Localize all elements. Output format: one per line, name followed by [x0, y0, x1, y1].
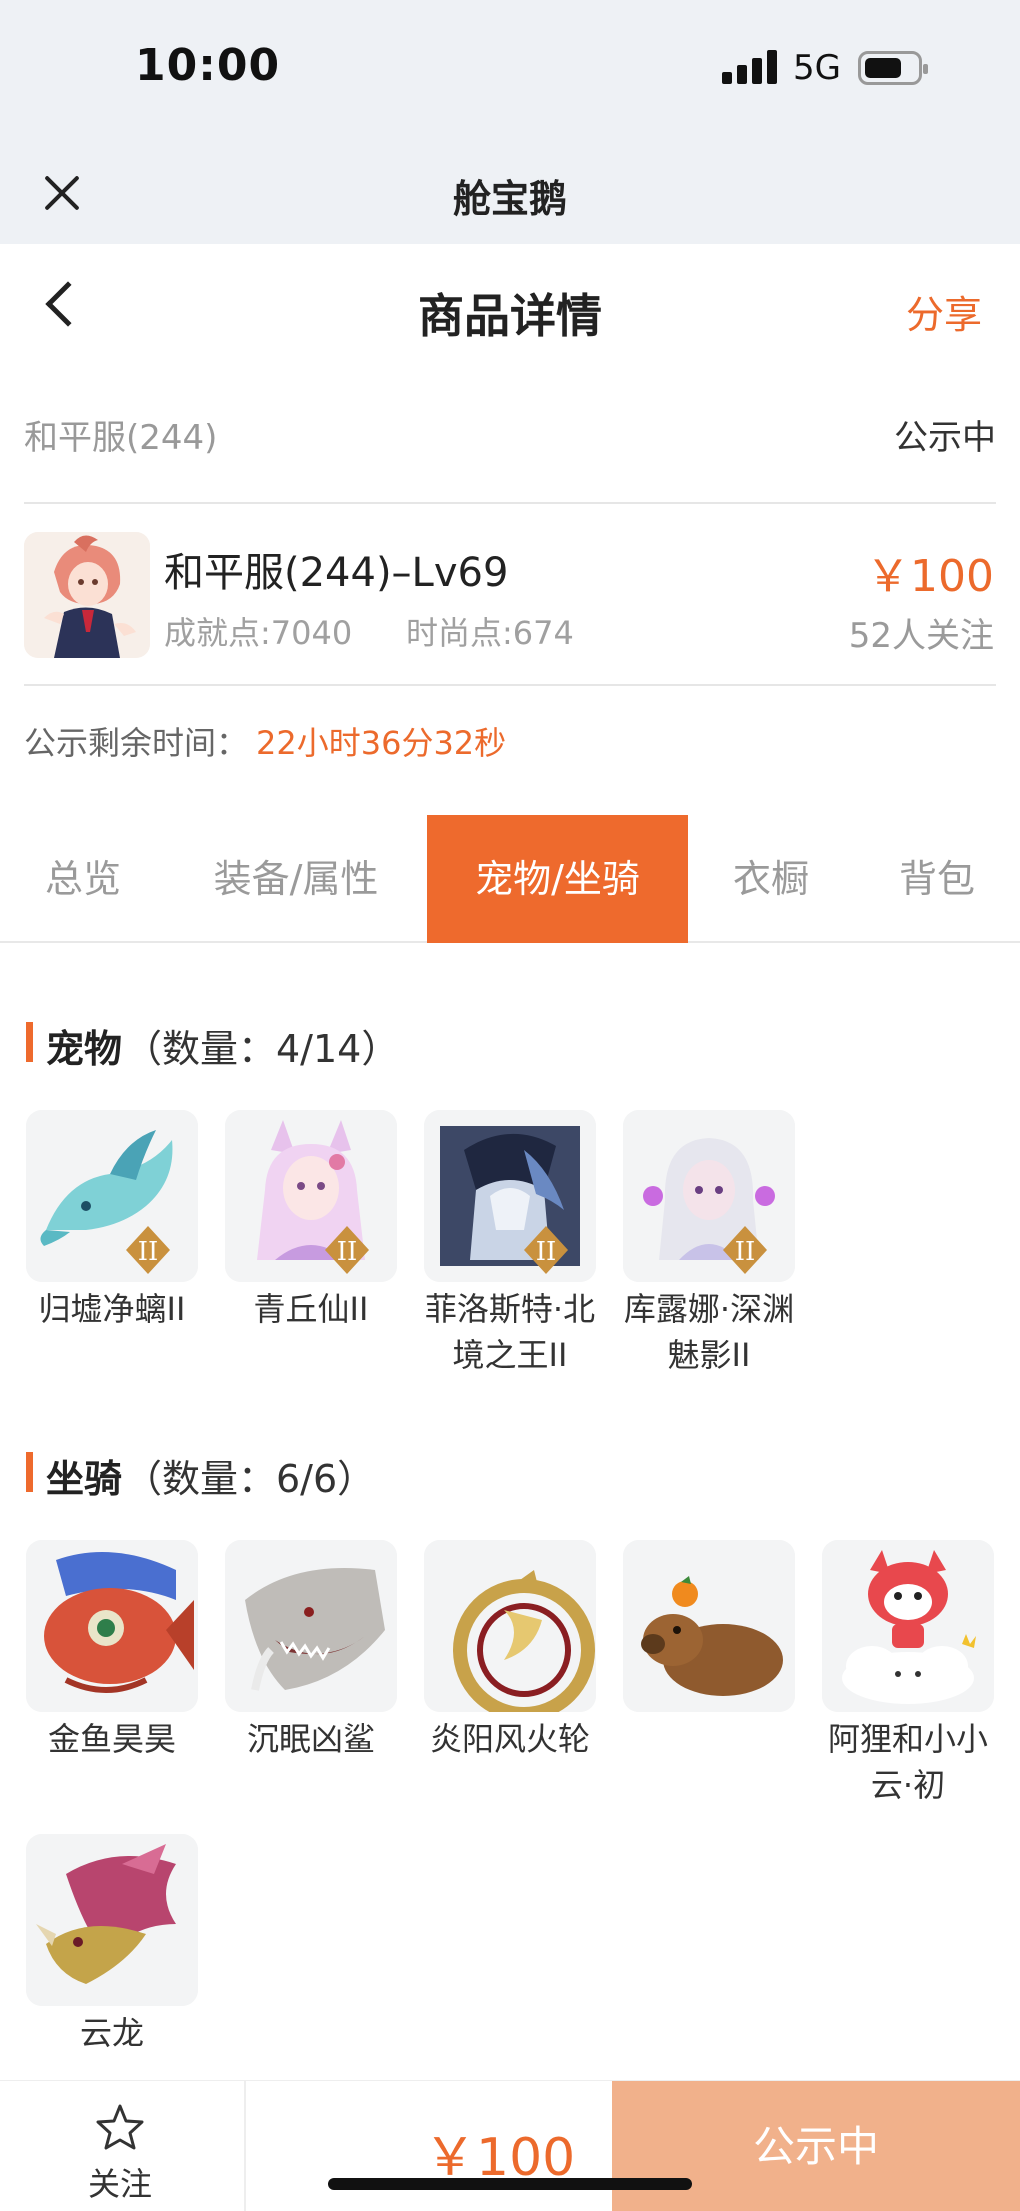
mount-name: 炎阳风火轮	[429, 1720, 590, 1758]
pet-card[interactable]: II 归墟净螭II	[26, 1110, 198, 1332]
shark-mount-icon	[225, 1540, 397, 1712]
achievement-points: 成就点:7040	[164, 614, 353, 652]
divider	[244, 2081, 246, 2211]
pets-title: 宠物	[46, 1027, 123, 1071]
dark-knight-pet-icon: II	[424, 1110, 596, 1282]
tab-equipment[interactable]: 装备/属性	[166, 815, 426, 943]
mount-name: 沉眠凶鲨	[246, 1720, 375, 1758]
cloud-dragon-mount-icon	[26, 1834, 198, 2006]
capybara-mount-icon	[623, 1540, 795, 1712]
mount-card[interactable]: 金鱼昊昊	[26, 1540, 198, 1762]
bottom-bar: 关注 ￥100 公示中	[0, 2080, 1020, 2211]
svg-text:II: II	[337, 1237, 358, 1267]
fire-wheel-mount-icon	[424, 1540, 596, 1712]
svg-text:II: II	[536, 1237, 557, 1267]
battery-icon	[858, 51, 928, 85]
mount-name: 金鱼昊昊	[47, 1720, 176, 1758]
tab-backpack[interactable]: 背包	[854, 815, 1020, 943]
tab-bar: 总览 装备/属性 宠物/坐骑 衣橱 背包	[0, 815, 1020, 943]
pet-card[interactable]: II 青丘仙II	[225, 1110, 397, 1332]
publicity-button[interactable]: 公示中	[612, 2081, 1020, 2211]
tab-pets-mounts[interactable]: 宠物/坐骑	[427, 815, 688, 943]
white-haired-girl-pet-icon: II	[623, 1110, 795, 1282]
mounts-count: （数量：6/6）	[124, 1457, 376, 1501]
pet-name: 菲洛斯特·北境之王II	[424, 1290, 596, 1374]
mount-name: 阿狸和小小云·初	[827, 1720, 988, 1804]
home-indicator[interactable]	[328, 2178, 692, 2190]
svg-text:II: II	[735, 1237, 756, 1267]
divider	[24, 684, 996, 686]
character-avatar	[24, 532, 150, 658]
pet-name: 库露娜·深渊魅影II	[623, 1290, 795, 1374]
svg-text:II: II	[138, 1237, 159, 1267]
goldfish-mount-icon	[26, 1540, 198, 1712]
network-type: 5G	[793, 48, 841, 88]
mount-card[interactable]: 炎阳风火轮	[424, 1540, 596, 1762]
fashion-points: 时尚点:674	[406, 614, 574, 652]
nav-bar: 商品详情 分享	[0, 244, 1020, 374]
mount-card[interactable]: 沉眠凶鲨	[225, 1540, 397, 1762]
server-name: 和平服(244)	[24, 418, 218, 458]
mount-card[interactable]: 云龙	[26, 1834, 198, 2056]
remaining-time-value: 22小时36分32秒	[256, 724, 507, 762]
tab-overview[interactable]: 总览	[0, 815, 166, 943]
publicity-status: 公示中	[894, 418, 996, 458]
pet-name: 归墟净螭II	[38, 1290, 186, 1328]
follower-count: 52人关注	[848, 616, 994, 656]
item-price: ￥100	[866, 551, 994, 602]
mount-card[interactable]	[623, 1540, 795, 1716]
follow-button[interactable]: 关注	[60, 2103, 180, 2203]
follow-label: 关注	[87, 2165, 152, 2203]
mounts-title: 坐骑	[46, 1457, 123, 1501]
water-dragon-pet-icon: II	[26, 1110, 198, 1282]
pet-card[interactable]: II 库露娜·深渊魅影II	[623, 1110, 795, 1378]
pet-name: 青丘仙II	[253, 1290, 369, 1328]
mini-app-header: 舱宝鹅	[0, 140, 1020, 244]
tab-wardrobe[interactable]: 衣橱	[688, 815, 854, 943]
mini-app-title: 舱宝鹅	[452, 177, 567, 221]
star-icon	[96, 2104, 144, 2150]
item-title: 和平服(244)–Lv69	[164, 550, 509, 596]
pet-card[interactable]: II 菲洛斯特·北境之王II	[424, 1110, 596, 1378]
signal-icon	[722, 50, 778, 84]
status-time: 10:00	[135, 40, 281, 91]
page-title: 商品详情	[418, 289, 602, 343]
remaining-time-label: 公示剩余时间：	[24, 724, 249, 762]
divider	[24, 502, 996, 504]
pets-count: （数量：4/14）	[124, 1027, 400, 1071]
status-bar: 10:00 5G	[0, 0, 1020, 140]
share-button[interactable]: 分享	[906, 284, 982, 339]
ali-fox-cloud-mount-icon	[822, 1540, 994, 1712]
mount-card[interactable]: 阿狸和小小云·初	[822, 1540, 994, 1808]
server-row: 和平服(244) 公示中	[24, 410, 996, 459]
mount-name: 云龙	[79, 2014, 144, 2052]
fox-fairy-pet-icon: II	[225, 1110, 397, 1282]
